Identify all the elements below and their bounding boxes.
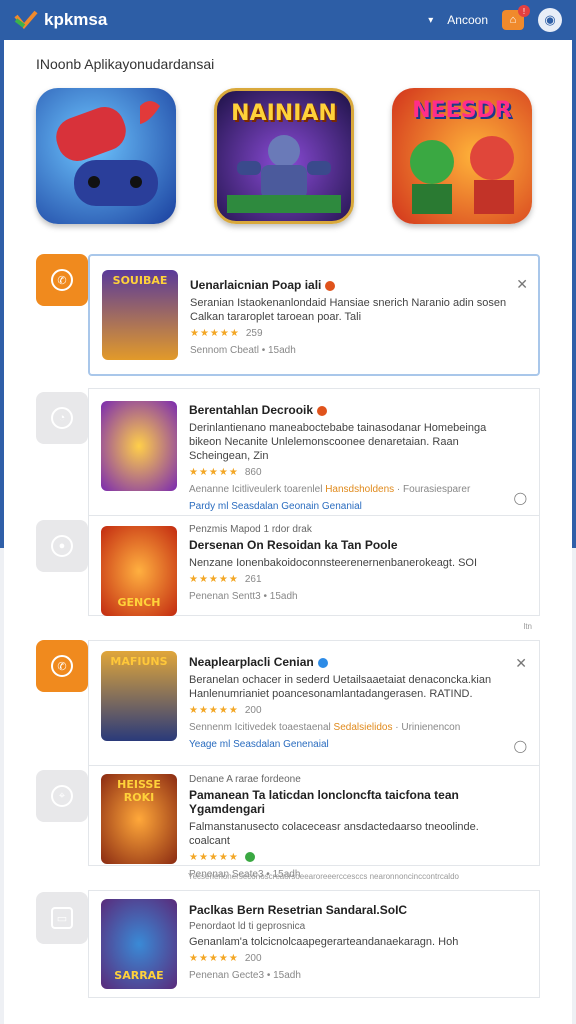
close-icon[interactable]: ✕ [515,655,527,672]
app-thumbnail: SARRAE [101,899,177,989]
logo-text: kpkmsa [44,10,108,29]
rating-stars: ★★★★★ [189,852,519,863]
app-meta: Sennom Cbeatl • 15adh [190,345,296,356]
phone-icon: ✆ [51,269,73,291]
clock-icon: ◔ [51,407,73,429]
app-card: SARRAE Paclkas Bern Resetrian Sandaral.S… [88,890,540,998]
app-thumbnail: GENCH [101,526,177,616]
rating-stars: ★★★★★ 259 [190,328,263,339]
app-card-group: Berentahlan Decrooik Derinlantienano man… [88,388,540,616]
chevron-down-icon[interactable]: ▾ [428,15,433,26]
notification-button[interactable]: ⌂ ! [502,5,530,30]
top-bar: kpkmsa ▾ Ancoon ⌂ ! ◉ [0,0,576,40]
app-logo[interactable]: kpkmsa [14,10,107,30]
app-description: Seranian Istaokenanlondaid Hansiae sneri… [190,297,507,323]
app-subtitle: Penordaot ld ti geprosnica [189,921,306,932]
app-card-group: MAFIUNS Neaplearplacli Cenian Beranelan … [88,640,540,880]
verified-icon [317,657,328,668]
rating-stars: ★★★★★ 261 [189,574,262,585]
app-link[interactable]: Pardy ml Seasdalan Geonain Genanial [189,501,519,512]
rating-stars: ★★★★★ 860 [189,467,262,478]
meta-left: Aenanne Icitliveulerk toarenlel [189,484,323,495]
meta-right: Urinienencon [401,722,461,733]
thumbnail-caption: GENCH [117,596,161,609]
app-title[interactable]: Paclkas Bern Resetrian Sandaral.SoIC [189,903,519,917]
person-icon: ● [51,535,73,557]
user-icon: ◉ [544,12,556,27]
notification-badge: ! [518,5,530,17]
verified-icon [325,280,336,291]
app-thumbnail: SOUIBAE [102,270,178,360]
app-thumbnail: HEISSE ROKI [101,774,177,864]
category-badge-phone[interactable]: ✆ [36,254,88,306]
location-pin-icon: ⌖ [51,785,73,807]
section-footer-note: Yecsenenonerseconoscreaorsoeearoreeercce… [188,872,459,881]
category-badge-location[interactable]: ⌖ [36,770,88,822]
list-item[interactable]: MAFIUNS Neaplearplacli Cenian Beranelan … [89,641,539,765]
logo-mark-icon [14,10,38,30]
rating-count: 200 [244,705,262,716]
thumbnail-caption: SARRAE [114,969,164,982]
app-description: Derinlantienano maneaboctebabe tainasoda… [189,422,487,462]
meta-right: Fourasiesparer [403,484,471,495]
phone-icon: ✆ [51,655,73,677]
rating-stars: ★★★★★ 200 [189,705,262,716]
app-subtitle: Penzmis Mapod 1 rdor drak [189,524,312,535]
app-meta: Penenan Sentt3 • 15adh [189,591,298,602]
category-badge-device[interactable]: ▭ [36,892,88,944]
app-thumbnail [101,401,177,491]
app-link[interactable]: Yeage ml Seasdalan Genenaial [189,739,519,750]
comment-icon[interactable]: ◯ [514,739,527,753]
app-meta: Penenan Gecte3 • 15adh [189,970,301,981]
verified-icon [317,405,328,416]
section-footer-note: ltn [523,622,532,631]
thumbnail-caption: HEISSE ROKI [117,778,161,804]
device-icon: ▭ [51,907,73,929]
app-description: Genanlam'a tolcicnolcaapegerarteandanaek… [189,936,459,948]
app-subtitle: Denane A rarae fordeone [189,774,301,785]
rating-count: 860 [244,467,262,478]
featured-title: NAINIAN [231,101,337,126]
user-avatar[interactable]: ◉ [538,8,562,32]
list-item[interactable]: Berentahlan Decrooik Derinlantienano man… [89,389,539,515]
list-item[interactable]: GENCH Penzmis Mapod 1 rdor drak Dersenan… [89,516,539,616]
section-heading: INoonb Aplikayonudardansai [36,56,215,72]
close-icon[interactable]: ✕ [516,276,528,293]
thumbnail-caption: SOUIBAE [112,274,168,287]
rating-count: 261 [244,574,262,585]
app-description: Nenzane Ionenbakoidoconnsteerenernenbane… [189,557,478,569]
featured-title: NEESDR [412,98,512,123]
bell-icon: ⌂ [509,14,517,26]
category-badge-phone-2[interactable]: ✆ [36,640,88,692]
thumbnail-caption: MAFIUNS [110,655,168,668]
meta-highlight[interactable]: Sedalsielidos [334,722,393,733]
list-item[interactable]: HEISSE ROKI Denane A rarae fordeone Pama… [89,766,539,880]
rating-stars: ★★★★★ 200 [189,953,262,964]
featured-app-3[interactable]: NEESDR [392,88,532,224]
meta-highlight[interactable]: Hansdsholdens [325,484,394,495]
gamepad-icon [56,101,160,206]
app-description: Falmanstanusecto colaceceasr ansdactedaa… [189,821,479,847]
nav-label[interactable]: Ancoon [447,13,488,27]
app-title[interactable]: Dersenan On Resoidan ka Tan Poole [189,538,519,552]
app-title[interactable]: Neaplearplacli Cenian [189,655,314,669]
app-title[interactable]: Uenarlaicnian Poap iali [190,278,321,292]
rating-count: 200 [244,953,262,964]
app-description: Beranelan ochacer in sederd Uetailsaaeta… [189,674,492,700]
meta-left: Sennenm Icitivedek toaestaenal [189,722,331,733]
comment-icon[interactable]: ◯ [514,491,527,505]
featured-app-1[interactable] [36,88,176,224]
category-badge-clock[interactable]: ◔ [36,392,88,444]
app-card-highlighted[interactable]: SOUIBAE Uenarlaicnian Poap iali Seranian… [88,254,540,376]
category-badge-user[interactable]: ● [36,520,88,572]
rating-count: 259 [245,328,263,339]
featured-app-2[interactable]: NAINIAN [214,88,354,224]
app-title[interactable]: Berentahlan Decrooik [189,403,313,417]
app-title[interactable]: Pamanean Ta laticdan loncloncfta taicfon… [189,788,519,816]
verified-icon [244,852,255,863]
app-thumbnail: MAFIUNS [101,651,177,741]
list-item[interactable]: SARRAE Paclkas Bern Resetrian Sandaral.S… [89,891,539,997]
